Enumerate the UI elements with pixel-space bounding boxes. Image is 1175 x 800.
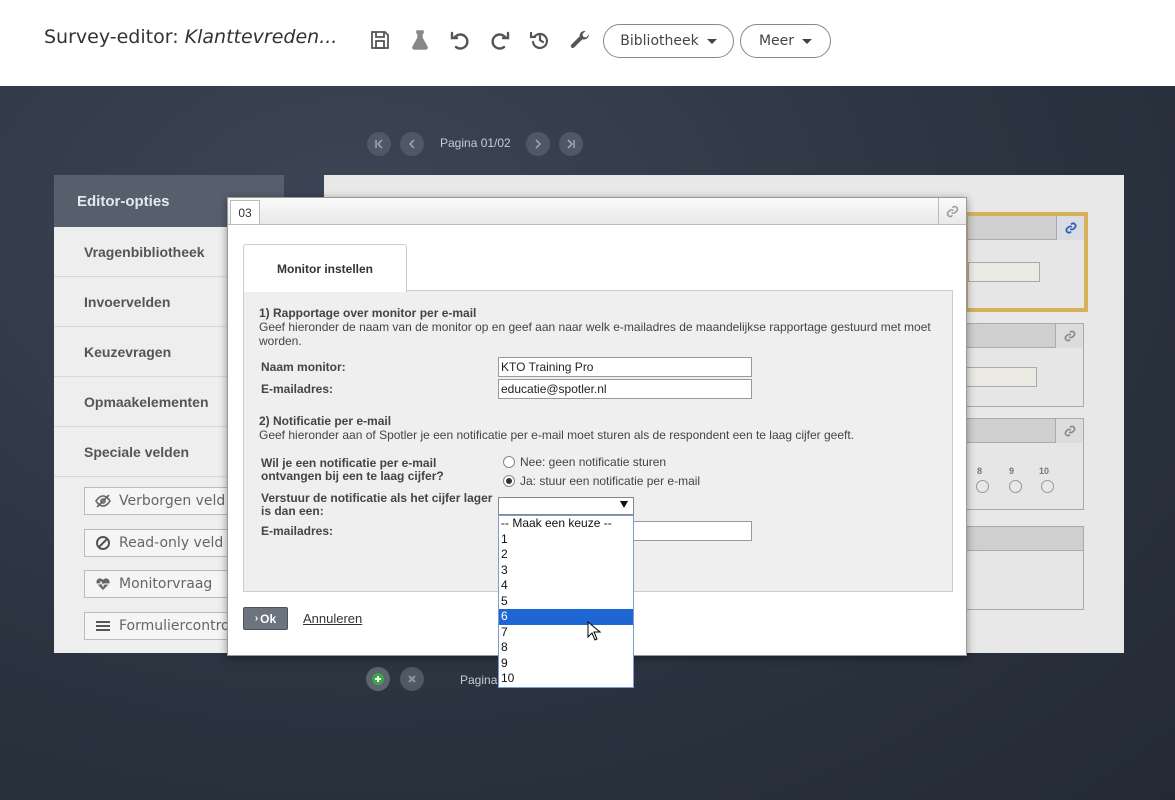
form-check-label: Formuliercontrole xyxy=(119,618,243,634)
question-field xyxy=(968,262,1040,282)
question-field xyxy=(965,367,1037,387)
more-button-label: Meer xyxy=(758,33,795,49)
radio-yes-label: Ja: stuur een notificatie per e-mail xyxy=(520,474,701,488)
notification-question-line2: ontvangen bij een te laag cijfer? xyxy=(261,469,444,483)
monitor-name-label: Naam monitor: xyxy=(261,360,346,374)
tab-monitor-settings[interactable]: Monitor instellen xyxy=(243,244,407,292)
eye-slash-icon xyxy=(95,494,111,508)
notification-email-label: E-mailadres: xyxy=(261,524,334,538)
cancel-link[interactable]: Annuleren xyxy=(303,611,362,626)
scale-radio[interactable] xyxy=(976,480,989,493)
hidden-field-label: Verborgen veld xyxy=(119,493,226,509)
dropdown-option[interactable]: 4 xyxy=(499,578,633,594)
dialog-title-bar: 03 xyxy=(228,198,966,225)
wrench-icon[interactable] xyxy=(567,27,593,53)
radio-no-notification[interactable]: Nee: geen notificatie sturen xyxy=(503,455,666,469)
report-email-label: E-mailadres: xyxy=(261,382,334,396)
ok-button[interactable]: › Ok xyxy=(243,607,288,630)
dropdown-option[interactable]: 8 xyxy=(499,640,633,656)
save-icon[interactable] xyxy=(367,27,393,53)
section2-description: Geef hieronder aan of Spotler je een not… xyxy=(259,428,855,442)
undo-icon[interactable] xyxy=(447,27,473,53)
notification-question-label: Wil je een notificatie per e-mail ontvan… xyxy=(261,457,444,483)
mouse-cursor-icon xyxy=(587,621,601,641)
question-bar xyxy=(965,527,1083,551)
unlink-icon[interactable] xyxy=(1055,324,1083,348)
bottom-page-indicator: Pagina xyxy=(460,673,498,687)
heartbeat-icon xyxy=(96,578,110,590)
dropdown-option[interactable]: 10 xyxy=(499,671,633,687)
selected-question-block[interactable] xyxy=(964,212,1088,312)
first-page-button[interactable] xyxy=(367,132,391,156)
scale-label: 10 xyxy=(1039,466,1050,476)
link-icon[interactable] xyxy=(1056,216,1084,240)
flask-icon[interactable] xyxy=(407,27,433,53)
threshold-line2: is dan een: xyxy=(261,504,324,518)
read-only-field-label: Read-only veld xyxy=(119,535,224,551)
app-title: Survey-editor: Klanttevreden... xyxy=(44,26,337,48)
scale-radio[interactable] xyxy=(1009,480,1022,493)
library-button-label: Bibliotheek xyxy=(620,33,699,49)
unlink-icon[interactable] xyxy=(938,198,966,225)
list-icon xyxy=(96,621,110,631)
dropdown-option[interactable]: 9 xyxy=(499,656,633,672)
page-indicator: Pagina 01/02 xyxy=(440,136,511,150)
threshold-select[interactable] xyxy=(498,497,634,515)
radio-yes-notification[interactable]: Ja: stuur een notificatie per e-mail xyxy=(503,474,700,488)
dropdown-option[interactable]: 7 xyxy=(499,625,633,641)
survey-name: Klanttevreden... xyxy=(184,26,338,48)
unlink-icon[interactable] xyxy=(1055,419,1083,443)
question-block[interactable] xyxy=(964,323,1084,407)
threshold-dropdown-list[interactable]: -- Maak een keuze -- 1 2 3 4 5 6 7 8 9 1… xyxy=(498,515,634,688)
chevron-down-icon xyxy=(620,501,628,508)
section2-heading: 2) Notificatie per e-mail xyxy=(259,414,392,428)
ban-icon xyxy=(96,536,110,550)
dropdown-option[interactable]: 3 xyxy=(499,563,633,579)
last-page-button[interactable] xyxy=(559,132,583,156)
question-block[interactable]: 8 9 10 xyxy=(964,418,1084,510)
threshold-label: Verstuur de notificatie als het cijfer l… xyxy=(261,492,492,518)
radio-button[interactable] xyxy=(503,475,515,487)
top-bar: Survey-editor: Klanttevreden... Biblioth… xyxy=(0,0,1175,86)
chevron-down-icon xyxy=(706,38,717,44)
more-dropdown-button[interactable]: Meer xyxy=(740,24,831,58)
app-title-prefix: Survey-editor: xyxy=(44,26,185,48)
dropdown-option[interactable]: 2 xyxy=(499,547,633,563)
question-block[interactable] xyxy=(964,526,1084,610)
scale-label: 8 xyxy=(977,466,983,476)
question-number: 03 xyxy=(230,200,260,224)
report-email-input[interactable] xyxy=(498,379,752,399)
ok-button-label: Ok xyxy=(260,611,277,626)
monitor-question-label: Monitorvraag xyxy=(119,576,213,592)
dropdown-option[interactable]: 5 xyxy=(499,594,633,610)
scale-radio[interactable] xyxy=(1041,480,1054,493)
scale-label: 9 xyxy=(1009,466,1015,476)
library-dropdown-button[interactable]: Bibliotheek xyxy=(603,24,734,58)
chevron-down-icon xyxy=(802,38,813,44)
next-page-button[interactable] xyxy=(526,132,550,156)
prev-page-button[interactable] xyxy=(400,132,424,156)
section1-description: Geef hieronder de naam van de monitor op… xyxy=(259,320,931,348)
monitor-name-input[interactable] xyxy=(498,357,752,377)
chevron-right-icon: › xyxy=(254,613,259,624)
dropdown-option[interactable]: -- Maak een keuze -- xyxy=(499,516,633,532)
add-page-button[interactable] xyxy=(366,667,390,691)
radio-button[interactable] xyxy=(503,456,515,468)
radio-no-label: Nee: geen notificatie sturen xyxy=(520,455,667,469)
history-icon[interactable] xyxy=(527,27,553,53)
dropdown-option-highlighted[interactable]: 6 xyxy=(499,609,633,625)
redo-icon[interactable] xyxy=(487,27,513,53)
delete-page-button[interactable] xyxy=(400,667,424,691)
monitor-settings-dialog: 03 Monitor instellen 1) Rapportage over … xyxy=(227,197,967,688)
section1-heading: 1) Rapportage over monitor per e-mail xyxy=(259,306,477,320)
dropdown-option[interactable]: 1 xyxy=(499,532,633,548)
